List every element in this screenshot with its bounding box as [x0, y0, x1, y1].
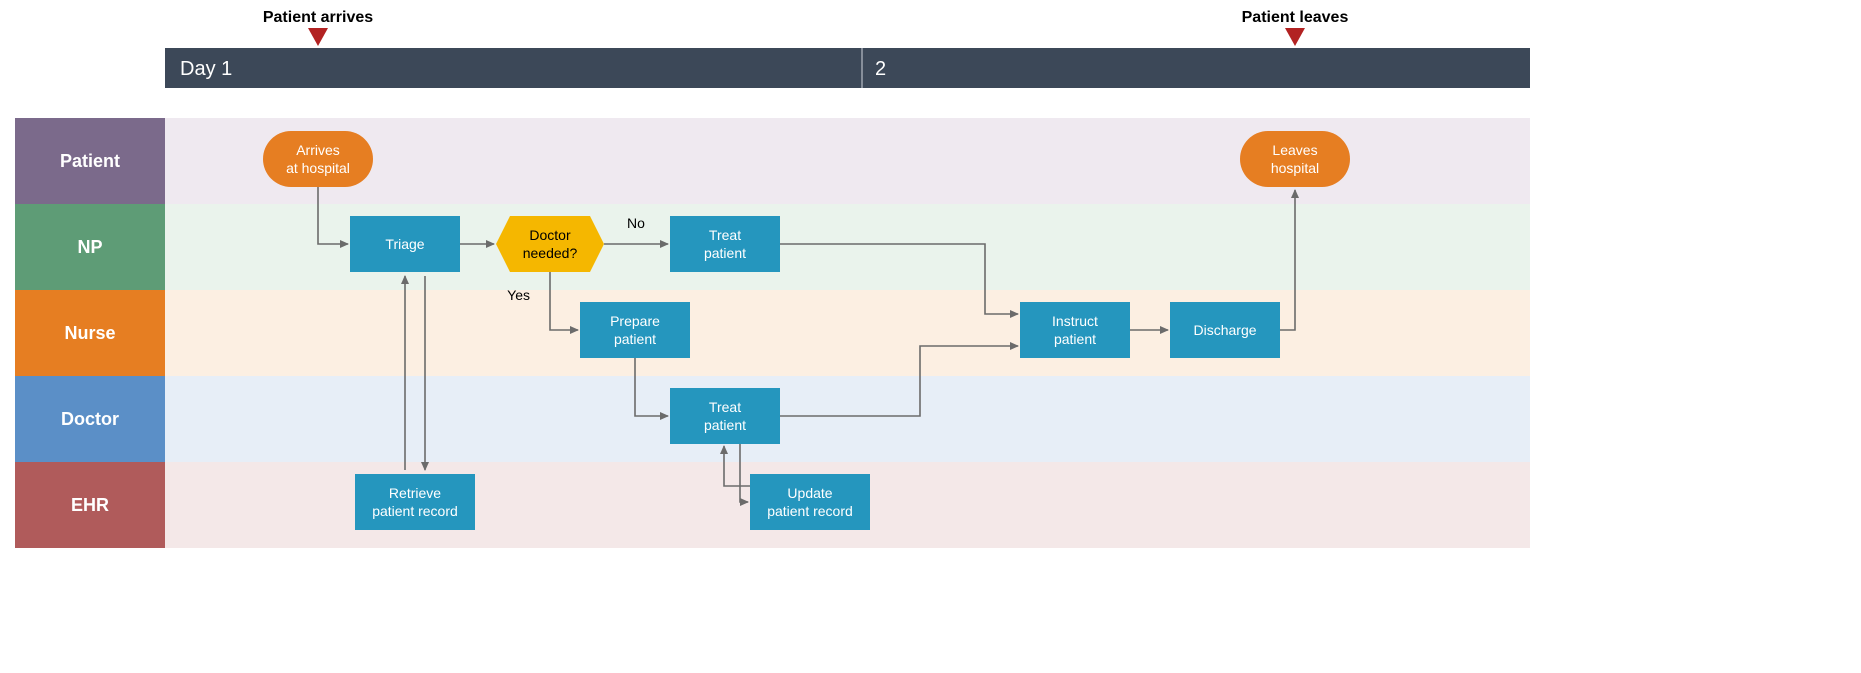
lane-bg-doctor	[165, 376, 1530, 462]
svg-text:Triage: Triage	[385, 236, 424, 252]
marker-leaves-icon	[1285, 28, 1305, 46]
timeline-day2-label: 2	[875, 58, 886, 80]
lane-bg-nurse	[165, 290, 1530, 376]
marker-arrives-label: Patient arrives	[263, 9, 373, 26]
node-arrives: Arrives at hospital	[263, 131, 373, 187]
svg-text:Update: Update	[787, 485, 832, 501]
svg-text:patient: patient	[614, 331, 656, 347]
timeline-day1-label: Day 1	[180, 58, 232, 80]
svg-text:hospital: hospital	[1271, 160, 1319, 176]
svg-text:patient record: patient record	[767, 503, 853, 519]
node-triage: Triage	[350, 216, 460, 272]
node-discharge: Discharge	[1170, 302, 1280, 358]
node-treat-np: Treat patient	[670, 216, 780, 272]
svg-text:Retrieve: Retrieve	[389, 485, 441, 501]
marker-leaves-label: Patient leaves	[1242, 9, 1349, 26]
edge-label-yes: Yes	[507, 287, 530, 303]
svg-text:Doctor: Doctor	[529, 227, 571, 243]
svg-text:Prepare: Prepare	[610, 313, 660, 329]
node-leaves: Leaves hospital	[1240, 131, 1350, 187]
lane-label-nurse: Nurse	[64, 323, 115, 343]
swimlane-diagram: Patient arrives Patient leaves Day 1 2 P…	[0, 0, 1861, 673]
node-prepare: Prepare patient	[580, 302, 690, 358]
svg-text:Instruct: Instruct	[1052, 313, 1098, 329]
svg-text:Arrives: Arrives	[296, 142, 340, 158]
svg-text:Leaves: Leaves	[1272, 142, 1317, 158]
lane-label-np: NP	[77, 237, 102, 257]
svg-text:patient: patient	[704, 245, 746, 261]
lane-label-patient: Patient	[60, 151, 120, 171]
edge-label-no: No	[627, 215, 645, 231]
svg-text:patient record: patient record	[372, 503, 458, 519]
svg-text:Discharge: Discharge	[1193, 322, 1256, 338]
timeline-bar	[165, 48, 1530, 88]
marker-patient-arrives: Patient arrives	[263, 9, 373, 46]
marker-patient-leaves: Patient leaves	[1242, 9, 1349, 46]
lane-label-ehr: EHR	[71, 495, 109, 515]
svg-text:patient: patient	[1054, 331, 1096, 347]
svg-text:Treat: Treat	[709, 399, 741, 415]
node-retrieve: Retrieve patient record	[355, 474, 475, 530]
svg-text:patient: patient	[704, 417, 746, 433]
marker-arrives-icon	[308, 28, 328, 46]
node-update: Update patient record	[750, 474, 870, 530]
svg-text:at hospital: at hospital	[286, 160, 350, 176]
node-treat-doctor: Treat patient	[670, 388, 780, 444]
svg-text:needed?: needed?	[523, 245, 578, 261]
lane-label-doctor: Doctor	[61, 409, 119, 429]
svg-text:Treat: Treat	[709, 227, 741, 243]
node-decision-doctor-needed: Doctor needed?	[496, 216, 604, 272]
node-instruct: Instruct patient	[1020, 302, 1130, 358]
